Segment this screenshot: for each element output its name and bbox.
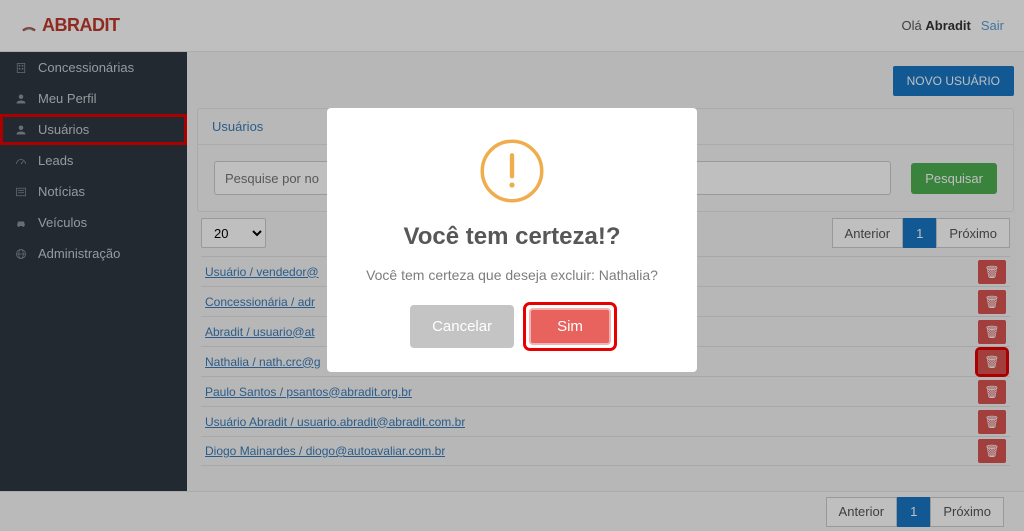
cancel-button[interactable]: Cancelar [410,305,514,348]
warning-icon [477,136,547,206]
modal-title: Você tem certeza!? [351,223,673,251]
modal-text: Você tem certeza que deseja excluir: Nat… [351,267,673,283]
confirm-button[interactable]: Sim [529,308,611,345]
confirm-highlight: Sim [526,305,614,348]
modal-overlay[interactable]: Você tem certeza!? Você tem certeza que … [0,0,1024,531]
confirm-modal: Você tem certeza!? Você tem certeza que … [327,108,697,372]
